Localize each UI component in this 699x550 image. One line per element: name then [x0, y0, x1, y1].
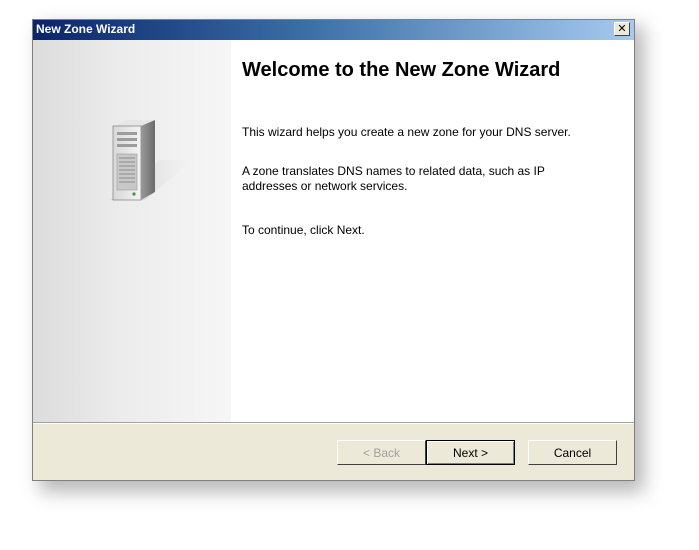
close-icon: ✕	[617, 22, 627, 35]
title-bar[interactable]: New Zone Wizard ✕	[33, 20, 634, 40]
wizard-banner	[33, 40, 231, 422]
screenshot-stage: New Zone Wizard ✕ Welcome to the New Zon…	[0, 0, 699, 550]
cancel-button[interactable]: Cancel	[528, 440, 617, 465]
footer-divider	[33, 422, 634, 424]
close-button[interactable]: ✕	[614, 22, 630, 36]
next-button[interactable]: Next >	[426, 440, 515, 465]
wizard-content: Welcome to the New Zone Wizard This wiza…	[231, 40, 634, 422]
server-tower-icon	[111, 120, 193, 201]
continue-instruction-text: To continue, click Next.	[242, 223, 365, 237]
window-title: New Zone Wizard	[36, 22, 136, 36]
page-title: Welcome to the New Zone Wizard	[242, 59, 561, 81]
back-button[interactable]: < Back	[337, 440, 426, 465]
wizard-window: New Zone Wizard ✕ Welcome to the New Zon…	[32, 19, 635, 481]
zone-description-text: A zone translates DNS names to related d…	[242, 164, 545, 193]
intro-text: This wizard helps you create a new zone …	[242, 125, 571, 139]
